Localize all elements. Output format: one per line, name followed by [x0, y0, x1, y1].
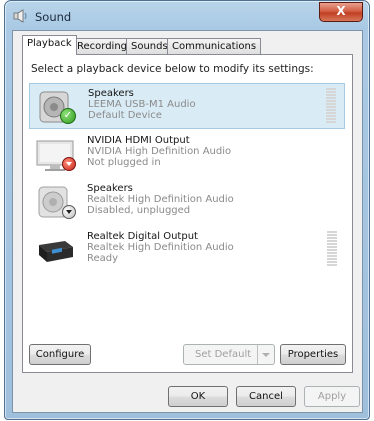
device-name: Speakers [88, 88, 134, 99]
device-list[interactable]: ✓ Speakers LEEMA USB-M1 Audio Default De… [29, 83, 345, 331]
device-item-realtek-speakers[interactable]: Speakers Realtek High Definition Audio D… [29, 179, 345, 225]
device-status: Ready [87, 253, 119, 264]
device-driver: LEEMA USB-M1 Audio [88, 99, 196, 110]
speaker-icon [35, 183, 77, 223]
device-status: Disabled, unplugged [87, 205, 191, 216]
device-driver: NVIDIA High Definition Audio [87, 146, 232, 157]
digital-output-icon [35, 231, 77, 271]
set-default-button[interactable]: Set Default [183, 344, 275, 365]
dialog-client-area: Playback Recording Sounds Communications… [12, 30, 363, 413]
chevron-down-icon[interactable] [257, 345, 274, 364]
ok-button[interactable]: OK [168, 386, 228, 407]
title-bar[interactable]: Sound X [5, 1, 369, 31]
playback-panel: Select a playback device below to modify… [22, 54, 353, 373]
speaker-icon: ✓ [36, 88, 78, 128]
device-status: Not plugged in [87, 157, 161, 168]
cancel-button[interactable]: Cancel [236, 386, 296, 407]
set-default-label: Set Default [195, 349, 252, 360]
device-driver: Realtek High Definition Audio [87, 242, 234, 253]
properties-button[interactable]: Properties [280, 344, 346, 365]
close-button[interactable]: X [319, 2, 363, 22]
volume-level-meter [326, 88, 336, 124]
default-check-icon: ✓ [60, 108, 76, 124]
device-name: NVIDIA HDMI Output [87, 135, 190, 146]
apply-button[interactable]: Apply [304, 386, 360, 407]
tab-sounds[interactable]: Sounds [126, 38, 173, 54]
window-title: Sound [35, 10, 72, 24]
monitor-icon [35, 135, 77, 175]
device-item-leema-speakers[interactable]: ✓ Speakers LEEMA USB-M1 Audio Default De… [29, 83, 345, 129]
close-icon: X [336, 4, 346, 18]
device-item-nvidia-hdmi[interactable]: NVIDIA HDMI Output NVIDIA High Definitio… [29, 131, 345, 177]
volume-level-meter [327, 231, 337, 267]
disabled-icon [62, 205, 76, 219]
instruction-text: Select a playback device below to modify… [31, 63, 314, 75]
device-name: Realtek Digital Output [87, 231, 198, 242]
device-name: Speakers [87, 183, 133, 194]
speaker-icon [13, 9, 27, 23]
tab-communications[interactable]: Communications [167, 38, 262, 54]
not-plugged-icon [62, 157, 76, 171]
device-item-realtek-digital[interactable]: Realtek Digital Output Realtek High Defi… [29, 227, 345, 273]
device-driver: Realtek High Definition Audio [87, 194, 234, 205]
configure-button[interactable]: Configure [29, 344, 91, 365]
tab-playback[interactable]: Playback [22, 35, 77, 55]
tab-recording[interactable]: Recording [72, 38, 133, 54]
sound-dialog: Sound X Playback Recording Sounds Commun… [4, 0, 370, 420]
device-status: Default Device [88, 110, 162, 121]
